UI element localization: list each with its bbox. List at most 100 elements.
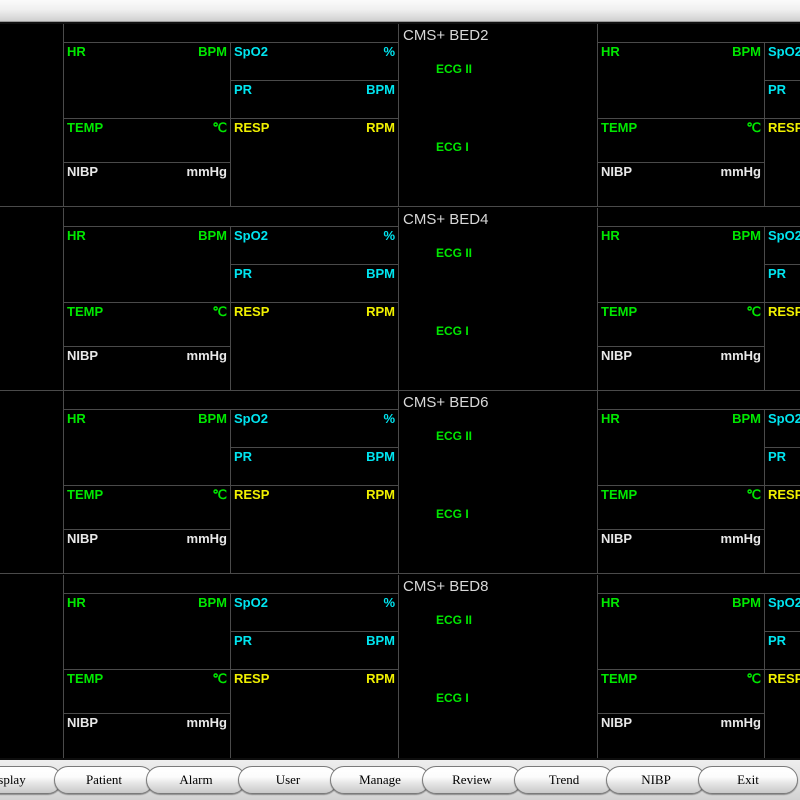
bed-label: CMS+ BED8: [403, 577, 489, 595]
parameter-unit-nibp: mmHg: [186, 347, 227, 363]
parameter-unit-hr: BPM: [732, 227, 761, 243]
parameter-box-resp[interactable]: RESPRPM: [230, 485, 398, 574]
parameter-box-temp[interactable]: TEMP ℃: [597, 301, 764, 346]
waveform-area: ECG II ECG I: [398, 391, 597, 574]
parameter-unit-nibp: mmHg: [186, 531, 227, 546]
parameter-box-resp[interactable]: RESPRPM: [764, 668, 800, 758]
bed-row: ECG II ECG I CMS+ BED8 HR BPM TEMP ℃ NIBP mmHg Sp…: [0, 574, 800, 758]
parameter-unit-hr: BPM: [198, 227, 227, 243]
parameter-label-resp: RESP: [768, 120, 800, 135]
parameter-box-pr[interactable]: PRBPM: [764, 630, 800, 669]
parameter-label-nibp: NIBP: [601, 714, 633, 730]
parameter-box-temp[interactable]: TEMP ℃: [597, 668, 764, 713]
parameter-box-spo2[interactable]: SpO2%: [230, 592, 398, 631]
parameter-box-spo2[interactable]: SpO2%: [230, 225, 398, 264]
parameter-box-nibp[interactable]: NIBP mmHg: [63, 345, 230, 391]
parameter-label-resp: RESP: [234, 670, 270, 686]
parameter-box-temp[interactable]: TEMP ℃: [63, 668, 230, 713]
parameter-unit-resp: RPM: [366, 670, 395, 686]
toolbar-button-user[interactable]: User: [238, 766, 338, 794]
toolbar-button-review[interactable]: Review: [422, 766, 522, 794]
toolbar-button-manage[interactable]: Manage: [330, 766, 430, 794]
parameter-box-spo2[interactable]: SpO2%: [764, 592, 800, 631]
parameter-box-resp[interactable]: RESPRPM: [764, 118, 800, 207]
parameter-box-nibp[interactable]: NIBP mmHg: [597, 529, 764, 574]
parameter-box-temp[interactable]: TEMP ℃: [63, 301, 230, 346]
waveform-label-ecg-ii: ECG II: [436, 62, 473, 76]
parameter-box-hr[interactable]: HR BPM: [597, 409, 764, 485]
parameter-box-spo2[interactable]: SpO2%: [764, 42, 800, 80]
parameter-label-spo2: SpO2: [234, 227, 268, 243]
parameter-box-spo2[interactable]: SpO2%: [230, 42, 398, 80]
toolbar-button-patient[interactable]: Patient: [54, 766, 154, 794]
parameter-box-hr[interactable]: HR BPM: [597, 42, 764, 118]
parameter-unit-temp: ℃: [746, 120, 761, 135]
parameter-box-nibp[interactable]: NIBP mmHg: [63, 162, 230, 207]
parameter-box-hr[interactable]: HR BPM: [63, 225, 230, 302]
parameter-label-temp: TEMP: [601, 487, 638, 502]
waveform-label-ecg-ii: ECG II: [436, 429, 473, 443]
parameter-label-resp: RESP: [768, 303, 800, 319]
parameter-label-pr: PR: [768, 449, 787, 464]
parameter-label-spo2: SpO2: [768, 227, 800, 243]
parameter-box-nibp[interactable]: NIBP mmHg: [63, 712, 230, 758]
parameter-box-spo2[interactable]: SpO2%: [764, 225, 800, 264]
parameter-label-pr: PR: [768, 632, 787, 648]
parameter-box-nibp[interactable]: NIBP mmHg: [597, 345, 764, 391]
window-title-bar: [0, 0, 800, 22]
parameter-box-nibp[interactable]: NIBP mmHg: [597, 162, 764, 207]
parameter-unit-pr: BPM: [366, 632, 395, 648]
parameter-label-spo2: SpO2: [768, 594, 800, 610]
parameter-box-hr[interactable]: HR BPM: [597, 592, 764, 669]
parameter-box-resp[interactable]: RESPRPM: [230, 301, 398, 391]
waveform-area: [0, 24, 63, 207]
parameter-box-pr[interactable]: PRBPM: [230, 447, 398, 485]
parameter-box-temp[interactable]: TEMP ℃: [63, 485, 230, 529]
parameter-unit-hr: BPM: [198, 594, 227, 610]
parameter-unit-temp: ℃: [746, 670, 761, 686]
waveform-label-ecg-i: ECG I: [436, 323, 469, 338]
parameter-box-pr[interactable]: PRBPM: [764, 80, 800, 118]
parameter-box-resp[interactable]: RESP RPM: [230, 668, 398, 758]
parameter-box-hr[interactable]: HR BPM: [63, 409, 230, 485]
toolbar-button-nibp[interactable]: NIBP: [606, 766, 706, 794]
toolbar-button-exit[interactable]: Exit: [698, 766, 798, 794]
parameter-box-pr[interactable]: PRBPM: [230, 630, 398, 669]
parameter-box-temp[interactable]: TEMP ℃: [597, 118, 764, 162]
parameter-label-hr: HR: [67, 227, 86, 243]
parameter-box-resp[interactable]: RESPRPM: [230, 118, 398, 207]
parameter-unit-nibp: mmHg: [720, 531, 761, 546]
parameter-box-pr[interactable]: PRBPM: [230, 80, 398, 118]
parameter-box-pr[interactable]: PRBPM: [230, 263, 398, 302]
parameter-label-resp: RESP: [234, 303, 270, 319]
toolbar-button-alarm[interactable]: Alarm: [146, 766, 246, 794]
waveform-label-ecg-ii: ECG II: [436, 245, 473, 260]
parameter-box-temp[interactable]: TEMP ℃: [63, 118, 230, 162]
parameter-box-pr[interactable]: PRBPM: [764, 447, 800, 485]
parameter-box-nibp[interactable]: NIBP mmHg: [597, 712, 764, 758]
parameter-label-spo2: SpO2: [768, 44, 800, 59]
parameter-label-pr: PR: [768, 82, 787, 97]
waveform-label-ecg-ii: ECG II: [436, 612, 473, 627]
parameter-box-temp[interactable]: TEMP ℃: [597, 485, 764, 529]
parameter-box-hr[interactable]: HR BPM: [63, 42, 230, 118]
parameter-box-resp[interactable]: RESPRPM: [764, 301, 800, 391]
parameter-unit-hr: BPM: [198, 44, 227, 59]
parameter-box-pr[interactable]: PRBPM: [764, 263, 800, 302]
bed-monitor-grid: ECG II ECG I CMS+ BED2 HR BPM TEMP ℃ NIBP mmHg Sp…: [0, 24, 800, 758]
parameter-box-hr[interactable]: HR BPM: [63, 592, 230, 669]
parameter-unit-hr: BPM: [198, 411, 227, 426]
parameter-box-spo2[interactable]: SpO2%: [230, 409, 398, 447]
parameter-unit-pr: BPM: [366, 265, 395, 281]
parameter-box-spo2[interactable]: SpO2%: [764, 409, 800, 447]
bed-row: ECG II ECG I CMS+ BED2 HR BPM TEMP ℃ NIBP mmHg Sp…: [0, 24, 800, 207]
parameter-box-hr[interactable]: HR BPM: [597, 225, 764, 302]
waveform-area: [0, 391, 63, 574]
parameter-box-nibp[interactable]: NIBP mmHg: [63, 529, 230, 574]
bed-label: CMS+ BED2: [403, 27, 489, 44]
toolbar-button-splay[interactable]: splay: [0, 766, 62, 794]
parameter-label-hr: HR: [601, 594, 620, 610]
parameter-box-resp[interactable]: RESPRPM: [764, 485, 800, 574]
parameter-label-resp: RESP: [768, 670, 800, 686]
toolbar-button-trend[interactable]: Trend: [514, 766, 614, 794]
